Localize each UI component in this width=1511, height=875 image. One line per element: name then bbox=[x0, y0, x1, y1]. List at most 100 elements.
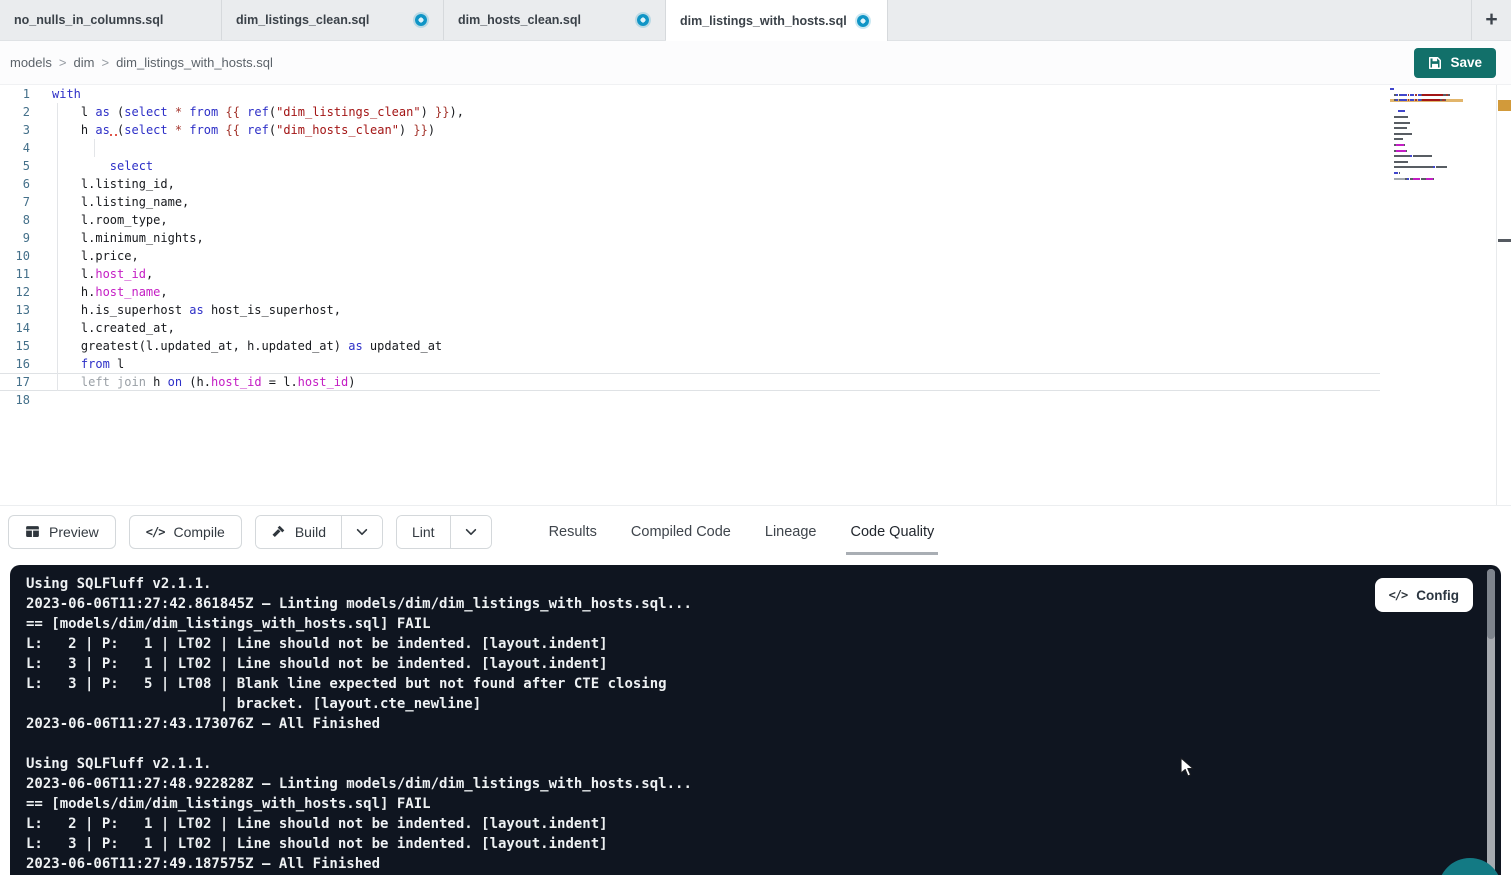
line-number: 7 bbox=[0, 193, 30, 211]
open-file-tabs: no_nulls_in_columns.sql dim_listings_clea… bbox=[0, 0, 888, 40]
minimap-line bbox=[1390, 150, 1463, 152]
breadcrumb-item[interactable]: models bbox=[10, 55, 52, 70]
minimap-line bbox=[1390, 88, 1463, 90]
code-text: with bbox=[30, 85, 81, 103]
editor-tab[interactable]: dim_listings_clean.sql bbox=[222, 0, 444, 40]
breadcrumb-item[interactable]: dim_listings_with_hosts.sql bbox=[116, 55, 273, 70]
result-tab-results[interactable]: Results bbox=[549, 506, 597, 558]
modified-dot-icon bbox=[637, 14, 649, 26]
editor-tab[interactable]: dim_listings_with_hosts.sql bbox=[666, 0, 888, 41]
editor-tab[interactable]: dim_hosts_clean.sql bbox=[444, 0, 666, 40]
minimap-line bbox=[1390, 94, 1463, 96]
code-text: h.is_superhost as host_is_superhost, bbox=[30, 301, 341, 319]
save-button-label: Save bbox=[1450, 55, 1482, 70]
code-line[interactable]: 4 bbox=[0, 139, 1380, 157]
build-button[interactable]: Build bbox=[256, 516, 341, 548]
code-line[interactable]: 15 greatest(l.updated_at, h.updated_at) … bbox=[0, 337, 1380, 355]
breadcrumb: models>dim>dim_listings_with_hosts.sql bbox=[10, 54, 273, 72]
line-number: 13 bbox=[0, 301, 30, 319]
code-line[interactable]: 1with bbox=[0, 85, 1380, 103]
tab-label: dim_hosts_clean.sql bbox=[458, 13, 581, 27]
line-number: 8 bbox=[0, 211, 30, 229]
save-button[interactable]: Save bbox=[1414, 48, 1496, 78]
code-text: h.host_name, bbox=[30, 283, 168, 301]
terminal-line: L: 3 | P: 5 | LT08 | Blank line expected… bbox=[26, 674, 1485, 694]
result-tabs: Results Compiled Code Lineage Code Quality bbox=[549, 506, 935, 558]
terminal-line: L: 2 | P: 1 | LT02 | Line should not be … bbox=[26, 814, 1485, 834]
code-line[interactable]: 18 bbox=[0, 391, 1380, 409]
code-line[interactable]: 13 h.is_superhost as host_is_superhost, bbox=[0, 301, 1380, 319]
code-line[interactable]: 7 l.listing_name, bbox=[0, 193, 1380, 211]
preview-button[interactable]: Preview bbox=[8, 515, 116, 549]
minimap-line bbox=[1390, 133, 1463, 135]
code-line[interactable]: 2 l as (select * from {{ ref("dim_listin… bbox=[0, 103, 1380, 121]
plus-icon: + bbox=[1485, 8, 1497, 32]
chevron-down-icon bbox=[355, 525, 369, 539]
code-line[interactable]: 14 l.created_at, bbox=[0, 319, 1380, 337]
terminal-line: L: 2 | P: 1 | LT02 | Line should not be … bbox=[26, 634, 1485, 654]
terminal-line: 2023-06-06T11:27:42.861845Z — Linting mo… bbox=[26, 594, 1485, 614]
minimap-line bbox=[1390, 99, 1463, 102]
save-floppy-icon bbox=[1428, 56, 1442, 70]
code-line[interactable]: 3 h as (select * from {{ ref("dim_hosts_… bbox=[0, 121, 1380, 139]
terminal-scrollbar[interactable] bbox=[1487, 569, 1495, 875]
tab-label: dim_listings_with_hosts.sql bbox=[680, 14, 847, 28]
line-number: 12 bbox=[0, 283, 30, 301]
terminal-line: Using SQLFluff v2.1.1. bbox=[26, 754, 1485, 774]
file-header-row: models>dim>dim_listings_with_hosts.sql S… bbox=[0, 41, 1511, 85]
compile-button[interactable]: </> Compile bbox=[129, 515, 242, 549]
code-text: from l bbox=[30, 355, 124, 373]
minimap-line bbox=[1390, 116, 1463, 118]
terminal-line: == [models/dim/dim_listings_with_hosts.s… bbox=[26, 614, 1485, 634]
minimap-line bbox=[1390, 110, 1463, 112]
minimap-line bbox=[1390, 166, 1463, 168]
line-number: 16 bbox=[0, 355, 30, 373]
config-button[interactable]: </> Config bbox=[1375, 578, 1473, 612]
minimap-line bbox=[1390, 161, 1463, 163]
code-text: greatest(l.updated_at, h.updated_at) as … bbox=[30, 337, 442, 355]
config-button-label: Config bbox=[1416, 588, 1459, 603]
code-line[interactable]: 9 l.minimum_nights, bbox=[0, 229, 1380, 247]
lint-button[interactable]: Lint bbox=[397, 516, 450, 548]
code-line[interactable]: 8 l.room_type, bbox=[0, 211, 1380, 229]
minimap-line bbox=[1390, 105, 1463, 107]
line-number: 15 bbox=[0, 337, 30, 355]
minimap-line bbox=[1390, 172, 1463, 174]
lint-dropdown-button[interactable] bbox=[450, 516, 491, 548]
minimap[interactable] bbox=[1390, 88, 1463, 189]
config-code-icon: </> bbox=[1389, 588, 1408, 602]
terminal-scrollbar-thumb[interactable] bbox=[1487, 569, 1495, 639]
code-text bbox=[30, 139, 52, 157]
result-tab-code-quality[interactable]: Code Quality bbox=[850, 506, 934, 558]
result-tab-compiled-code[interactable]: Compiled Code bbox=[631, 506, 731, 558]
minimap-line bbox=[1390, 127, 1463, 129]
editor-tab[interactable]: no_nulls_in_columns.sql bbox=[0, 0, 222, 40]
code-line[interactable]: 16 from l bbox=[0, 355, 1380, 373]
code-line[interactable]: 17 left join h on (h.host_id = l.host_id… bbox=[0, 373, 1380, 391]
code-text: l.created_at, bbox=[30, 319, 175, 337]
lint-split-button: Lint bbox=[396, 515, 492, 549]
breadcrumb-item[interactable]: dim bbox=[74, 55, 95, 70]
preview-grid-icon bbox=[25, 524, 40, 539]
code-text: h as (select * from {{ ref("dim_hosts_cl… bbox=[30, 121, 435, 139]
code-line[interactable]: 6 l.listing_id, bbox=[0, 175, 1380, 193]
code-line[interactable]: 10 l.price, bbox=[0, 247, 1380, 265]
code-line[interactable]: 12 h.host_name, bbox=[0, 283, 1380, 301]
new-tab-button[interactable]: + bbox=[1471, 0, 1511, 40]
preview-button-label: Preview bbox=[49, 524, 99, 540]
indent-guide bbox=[57, 103, 58, 391]
tab-bar-spacer bbox=[888, 0, 1471, 40]
tab-label: no_nulls_in_columns.sql bbox=[14, 13, 163, 27]
result-tab-lineage[interactable]: Lineage bbox=[765, 506, 817, 558]
chevron-down-icon bbox=[464, 525, 478, 539]
lint-output-terminal[interactable]: Using SQLFluff v2.1.1.2023-06-06T11:27:4… bbox=[10, 565, 1501, 875]
build-hammer-icon bbox=[271, 524, 286, 539]
code-line[interactable]: 11 l.host_id, bbox=[0, 265, 1380, 283]
modified-dot-icon bbox=[415, 14, 427, 26]
code-editor[interactable]: 1with2 l as (select * from {{ ref("dim_l… bbox=[0, 85, 1511, 505]
terminal-line: 2023-06-06T11:27:48.922828Z — Linting mo… bbox=[26, 774, 1485, 794]
code-text: l.host_id, bbox=[30, 265, 153, 283]
minimap-line bbox=[1390, 178, 1463, 180]
build-dropdown-button[interactable] bbox=[341, 516, 382, 548]
code-line[interactable]: 5 select bbox=[0, 157, 1380, 175]
